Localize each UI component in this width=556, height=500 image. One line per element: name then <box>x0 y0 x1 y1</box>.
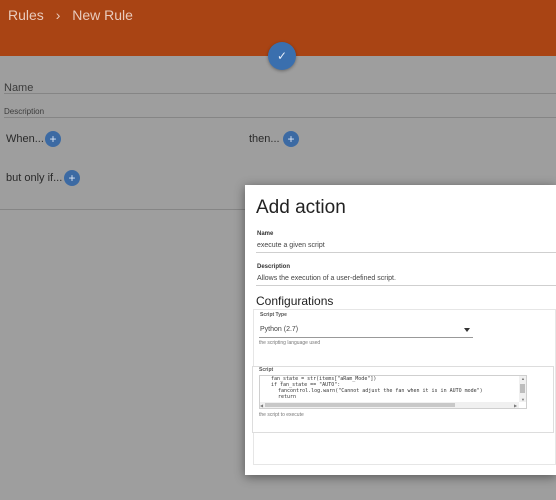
dialog-title: Add action <box>256 197 346 218</box>
rule-name-input[interactable] <box>4 93 556 94</box>
code-line: return <box>278 394 297 400</box>
breadcrumb-separator: › <box>55 7 61 23</box>
add-action-dialog: Add action Name execute a given script D… <box>245 185 556 475</box>
script-label: Script <box>259 367 274 373</box>
plus-icon: + <box>49 132 57 146</box>
add-condition-button[interactable]: + <box>64 170 80 186</box>
script-type-helper: the scripting language used <box>259 340 321 346</box>
action-name-label: Name <box>257 231 274 237</box>
chevron-down-icon[interactable] <box>464 328 470 332</box>
plus-icon: + <box>68 171 76 185</box>
editor-vertical-scroll-thumb[interactable] <box>520 384 525 393</box>
script-type-label: Script Type <box>260 312 287 318</box>
add-action-button[interactable]: + <box>283 131 299 147</box>
check-icon: ✓ <box>276 49 288 63</box>
when-label: When... <box>6 133 44 145</box>
scroll-down-arrow-icon[interactable]: ▼ <box>521 397 525 402</box>
rule-description-label: Description <box>4 107 45 116</box>
script-type-select[interactable]: Python (2.7) <box>260 326 298 333</box>
then-label: then... <box>249 133 280 145</box>
script-type-underline <box>259 337 473 338</box>
action-description-field[interactable]: Allows the execution of a user-defined s… <box>257 275 396 282</box>
plus-icon: + <box>287 132 295 146</box>
configurations-title: Configurations <box>256 294 334 308</box>
breadcrumb-current: New Rule <box>72 7 133 23</box>
editor-horizontal-scroll-thumb[interactable] <box>265 403 455 407</box>
scroll-up-arrow-icon[interactable]: ▲ <box>521 376 525 381</box>
breadcrumb: Rules › New Rule <box>8 7 133 23</box>
section-divider <box>0 209 245 210</box>
action-name-field[interactable]: execute a given script <box>257 242 325 249</box>
scroll-left-arrow-icon[interactable]: ◀ <box>260 403 263 408</box>
script-helper: the script to execute <box>259 412 304 418</box>
rule-description-input[interactable] <box>4 117 556 118</box>
scroll-right-arrow-icon[interactable]: ▶ <box>514 403 517 408</box>
action-name-underline <box>256 252 556 253</box>
action-description-underline <box>256 285 556 286</box>
action-description-label: Description <box>257 264 291 270</box>
save-rule-button[interactable]: ✓ <box>268 42 296 70</box>
only-if-label: but only if... <box>6 172 63 184</box>
breadcrumb-rules-link[interactable]: Rules <box>8 7 44 23</box>
add-trigger-button[interactable]: + <box>45 131 61 147</box>
